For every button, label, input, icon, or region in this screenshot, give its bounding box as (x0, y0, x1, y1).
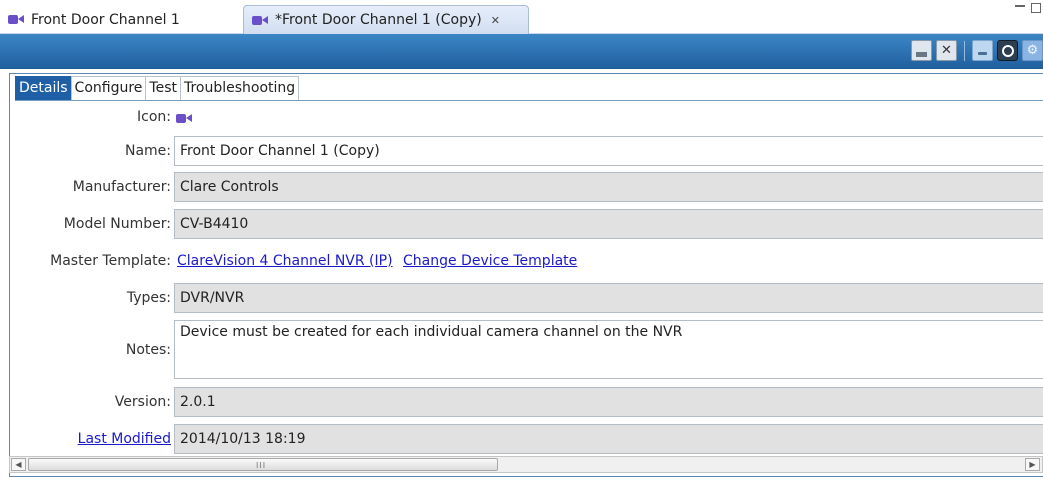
maximize-icon[interactable] (1031, 3, 1041, 13)
scroll-right-icon[interactable]: ▶ (1025, 458, 1040, 471)
change-device-template-link[interactable]: Change Device Template (403, 253, 577, 269)
camera-device-icon (8, 14, 25, 25)
manufacturer-label: Manufacturer: (72, 179, 171, 195)
last-modified-row: Last Modified 2014/10/13 18:19 (10, 424, 1043, 454)
version-label: Version: (114, 394, 171, 410)
master-template-label: Master Template: (50, 253, 171, 269)
minimize-icon[interactable] (1015, 5, 1025, 7)
tab-label: *Front Door Channel 1 (Copy) (275, 12, 482, 28)
manufacturer-field: Clare Controls (174, 172, 1043, 202)
types-row: Types: DVR/NVR (10, 283, 1043, 313)
editor-tab-strip: Front Door Channel 1 *Front Door Channel… (0, 0, 1043, 34)
horizontal-scrollbar[interactable]: ◀ III ▶ (9, 456, 1043, 473)
model-number-row: Model Number: CV-B4410 (10, 209, 1043, 239)
device-icon[interactable] (972, 40, 993, 61)
close-tab-icon[interactable]: ✕ (491, 14, 500, 27)
master-template-link[interactable]: ClareVision 4 Channel NVR (IP) (177, 253, 393, 269)
name-label: Name: (124, 143, 171, 159)
window-controls (1015, 3, 1041, 13)
camera-icon[interactable] (997, 40, 1018, 61)
tab-label: Front Door Channel 1 (31, 11, 180, 28)
sub-tab-bar: Details Configure Test Troubleshooting (15, 76, 300, 101)
discard-icon[interactable]: ✕ (936, 40, 957, 61)
icon-row: Icon: (10, 102, 1043, 132)
settings-icon[interactable]: ⚙ (1022, 40, 1043, 61)
camera-device-icon[interactable] (176, 113, 193, 124)
model-number-field: CV-B4410 (174, 209, 1043, 239)
last-modified-field: 2014/10/13 18:19 (174, 424, 1043, 454)
notes-row: Notes: Device must be created for each i… (10, 320, 1043, 381)
tab-divider (15, 100, 1043, 101)
toolbar-icons: ✕ ⚙ (911, 40, 1043, 61)
details-panel: Details Configure Test Troubleshooting I… (9, 73, 1043, 477)
scrollbar-thumb[interactable]: III (28, 458, 498, 471)
master-template-links: ClareVision 4 Channel NVR (IP) Change De… (177, 253, 583, 269)
version-row: Version: 2.0.1 (10, 387, 1043, 417)
toolbar-separator (964, 40, 965, 61)
icon-label: Icon: (137, 109, 171, 125)
version-field: 2.0.1 (174, 387, 1043, 417)
types-label: Types: (126, 290, 171, 306)
tab-front-door-channel-1[interactable]: Front Door Channel 1 (0, 5, 234, 34)
name-field[interactable]: Front Door Channel 1 (Copy) (174, 136, 1043, 166)
tab-details[interactable]: Details (15, 76, 72, 101)
model-number-label: Model Number: (63, 216, 171, 232)
master-template-row: Master Template: ClareVision 4 Channel N… (10, 246, 1043, 276)
tab-test[interactable]: Test (145, 76, 181, 101)
save-icon[interactable] (911, 40, 932, 61)
notes-label: Notes: (125, 342, 171, 358)
manufacturer-row: Manufacturer: Clare Controls (10, 172, 1043, 202)
tab-front-door-channel-1-copy[interactable]: *Front Door Channel 1 (Copy) ✕ (243, 5, 529, 34)
name-row: Name: Front Door Channel 1 (Copy) (10, 136, 1043, 166)
notes-field[interactable]: Device must be created for each individu… (174, 320, 1043, 379)
scroll-left-icon[interactable]: ◀ (11, 458, 26, 471)
editor-toolbar: ✕ ⚙ (0, 34, 1043, 69)
last-modified-link[interactable]: Last Modified (78, 431, 171, 447)
scrollbar-grip: III (256, 461, 267, 470)
tab-troubleshooting[interactable]: Troubleshooting (179, 76, 300, 101)
types-field: DVR/NVR (174, 283, 1043, 313)
tab-configure[interactable]: Configure (70, 76, 147, 101)
camera-device-icon (252, 15, 269, 26)
